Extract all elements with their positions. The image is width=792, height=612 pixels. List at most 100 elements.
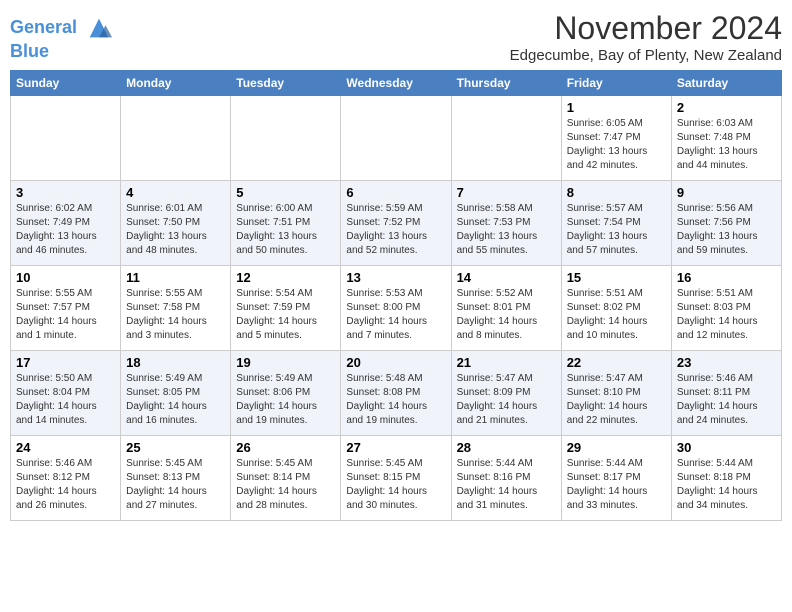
calendar-cell: 16 Sunrise: 5:51 AM Sunset: 8:03 PM Dayli… — [671, 266, 781, 351]
calendar-cell: 18 Sunrise: 5:49 AM Sunset: 8:05 PM Dayli… — [121, 351, 231, 436]
day-info: Sunrise: 5:55 AM Sunset: 7:57 PM Dayligh… — [16, 287, 115, 343]
day-number: 4 — [126, 185, 225, 200]
day-number: 24 — [16, 440, 115, 455]
calendar-cell: 12Sunrise: 5:54 AM Sunset: 7:59 PM Dayli… — [231, 266, 341, 351]
calendar-cell: 25 Sunrise: 5:45 AM Sunset: 8:13 PM Dayli… — [121, 436, 231, 521]
day-number: 27 — [346, 440, 445, 455]
calendar-cell — [11, 96, 121, 181]
col-header-tuesday: Tuesday — [231, 71, 341, 96]
day-number: 15 — [567, 270, 666, 285]
calendar-cell: 1 Sunrise: 6:05 AM Sunset: 7:47 PM Daylig… — [561, 96, 671, 181]
day-number: 23 — [677, 355, 776, 370]
day-info: Sunrise: 5:44 AM Sunset: 8:17 PM Dayligh… — [567, 457, 666, 513]
day-info: Sunrise: 6:03 AM Sunset: 7:48 PM Dayligh… — [677, 117, 776, 173]
calendar-cell: 3 Sunrise: 6:02 AM Sunset: 7:49 PM Daylig… — [11, 181, 121, 266]
day-info: Sunrise: 5:46 AM Sunset: 8:11 PM Dayligh… — [677, 372, 776, 428]
day-info: Sunrise: 5:51 AM Sunset: 8:02 PM Dayligh… — [567, 287, 666, 343]
day-info: Sunrise: 6:02 AM Sunset: 7:49 PM Dayligh… — [16, 202, 115, 258]
calendar-cell: 5 Sunrise: 6:00 AM Sunset: 7:51 PM Daylig… — [231, 181, 341, 266]
day-info: Sunrise: 5:51 AM Sunset: 8:03 PM Dayligh… — [677, 287, 776, 343]
calendar-cell — [451, 96, 561, 181]
calendar-cell: 4 Sunrise: 6:01 AM Sunset: 7:50 PM Daylig… — [121, 181, 231, 266]
calendar-cell: 19Sunrise: 5:49 AM Sunset: 8:06 PM Dayli… — [231, 351, 341, 436]
day-info: Sunrise: 5:45 AM Sunset: 8:13 PM Dayligh… — [126, 457, 225, 513]
col-header-wednesday: Wednesday — [341, 71, 451, 96]
day-number: 22 — [567, 355, 666, 370]
day-info: Sunrise: 5:45 AM Sunset: 8:14 PM Dayligh… — [236, 457, 335, 513]
day-info: Sunrise: 6:05 AM Sunset: 7:47 PM Dayligh… — [567, 117, 666, 173]
day-info: Sunrise: 5:48 AM Sunset: 8:08 PM Dayligh… — [346, 372, 445, 428]
day-info: Sunrise: 5:49 AM Sunset: 8:05 PM Dayligh… — [126, 372, 225, 428]
day-number: 30 — [677, 440, 776, 455]
day-info: Sunrise: 5:44 AM Sunset: 8:16 PM Dayligh… — [457, 457, 556, 513]
calendar-cell: 11Sunrise: 5:55 AM Sunset: 7:58 PM Dayli… — [121, 266, 231, 351]
logo-text: General — [10, 14, 113, 42]
calendar-cell: 8 Sunrise: 5:57 AM Sunset: 7:54 PM Daylig… — [561, 181, 671, 266]
day-number: 3 — [16, 185, 115, 200]
day-number: 20 — [346, 355, 445, 370]
calendar-cell: 24 Sunrise: 5:46 AM Sunset: 8:12 PM Dayli… — [11, 436, 121, 521]
day-info: Sunrise: 5:45 AM Sunset: 8:15 PM Dayligh… — [346, 457, 445, 513]
title-block: November 2024 Edgecumbe, Bay of Plenty, … — [510, 10, 782, 64]
calendar-cell: 10 Sunrise: 5:55 AM Sunset: 7:57 PM Dayli… — [11, 266, 121, 351]
calendar-cell: 20 Sunrise: 5:48 AM Sunset: 8:08 PM Dayli… — [341, 351, 451, 436]
calendar-cell: 9Sunrise: 5:56 AM Sunset: 7:56 PM Daylig… — [671, 181, 781, 266]
col-header-monday: Monday — [121, 71, 231, 96]
day-number: 5 — [236, 185, 335, 200]
day-number: 18 — [126, 355, 225, 370]
calendar-cell: 22 Sunrise: 5:47 AM Sunset: 8:10 PM Dayli… — [561, 351, 671, 436]
day-info: Sunrise: 5:58 AM Sunset: 7:53 PM Dayligh… — [457, 202, 556, 258]
day-info: Sunrise: 5:47 AM Sunset: 8:09 PM Dayligh… — [457, 372, 556, 428]
day-info: Sunrise: 5:57 AM Sunset: 7:54 PM Dayligh… — [567, 202, 666, 258]
calendar-cell: 15 Sunrise: 5:51 AM Sunset: 8:02 PM Dayli… — [561, 266, 671, 351]
col-header-friday: Friday — [561, 71, 671, 96]
col-header-sunday: Sunday — [11, 71, 121, 96]
calendar-cell: 26 Sunrise: 5:45 AM Sunset: 8:14 PM Dayli… — [231, 436, 341, 521]
calendar-cell: 21 Sunrise: 5:47 AM Sunset: 8:09 PM Dayli… — [451, 351, 561, 436]
calendar-cell: 28 Sunrise: 5:44 AM Sunset: 8:16 PM Dayli… — [451, 436, 561, 521]
calendar-cell — [341, 96, 451, 181]
col-header-saturday: Saturday — [671, 71, 781, 96]
day-number: 25 — [126, 440, 225, 455]
calendar-cell — [231, 96, 341, 181]
calendar-cell: 27 Sunrise: 5:45 AM Sunset: 8:15 PM Dayli… — [341, 436, 451, 521]
logo-blue: Blue — [10, 42, 113, 62]
day-number: 6 — [346, 185, 445, 200]
day-info: Sunrise: 5:47 AM Sunset: 8:10 PM Dayligh… — [567, 372, 666, 428]
calendar-cell: 2Sunrise: 6:03 AM Sunset: 7:48 PM Daylig… — [671, 96, 781, 181]
day-number: 7 — [457, 185, 556, 200]
calendar-cell — [121, 96, 231, 181]
day-number: 17 — [16, 355, 115, 370]
day-number: 1 — [567, 100, 666, 115]
day-number: 8 — [567, 185, 666, 200]
calendar-cell: 14Sunrise: 5:52 AM Sunset: 8:01 PM Dayli… — [451, 266, 561, 351]
day-number: 28 — [457, 440, 556, 455]
day-info: Sunrise: 5:46 AM Sunset: 8:12 PM Dayligh… — [16, 457, 115, 513]
calendar-cell: 13 Sunrise: 5:53 AM Sunset: 8:00 PM Dayli… — [341, 266, 451, 351]
day-number: 13 — [346, 270, 445, 285]
day-info: Sunrise: 6:01 AM Sunset: 7:50 PM Dayligh… — [126, 202, 225, 258]
day-info: Sunrise: 5:55 AM Sunset: 7:58 PM Dayligh… — [126, 287, 225, 343]
day-info: Sunrise: 6:00 AM Sunset: 7:51 PM Dayligh… — [236, 202, 335, 258]
calendar-header: SundayMondayTuesdayWednesdayThursdayFrid… — [11, 71, 782, 96]
calendar-cell: 29 Sunrise: 5:44 AM Sunset: 8:17 PM Dayli… — [561, 436, 671, 521]
day-info: Sunrise: 5:44 AM Sunset: 8:18 PM Dayligh… — [677, 457, 776, 513]
day-number: 9 — [677, 185, 776, 200]
day-number: 16 — [677, 270, 776, 285]
calendar-cell: 30 Sunrise: 5:44 AM Sunset: 8:18 PM Dayli… — [671, 436, 781, 521]
day-number: 29 — [567, 440, 666, 455]
calendar-table: SundayMondayTuesdayWednesdayThursdayFrid… — [10, 70, 782, 521]
day-number: 10 — [16, 270, 115, 285]
day-info: Sunrise: 5:52 AM Sunset: 8:01 PM Dayligh… — [457, 287, 556, 343]
month-title: November 2024 — [510, 10, 782, 47]
day-info: Sunrise: 5:53 AM Sunset: 8:00 PM Dayligh… — [346, 287, 445, 343]
day-info: Sunrise: 5:49 AM Sunset: 8:06 PM Dayligh… — [236, 372, 335, 428]
day-number: 21 — [457, 355, 556, 370]
calendar-cell: 17Sunrise: 5:50 AM Sunset: 8:04 PM Dayli… — [11, 351, 121, 436]
location: Edgecumbe, Bay of Plenty, New Zealand — [510, 47, 782, 64]
calendar-cell: 6 Sunrise: 5:59 AM Sunset: 7:52 PM Daylig… — [341, 181, 451, 266]
logo: General Blue — [10, 10, 113, 62]
day-number: 26 — [236, 440, 335, 455]
day-info: Sunrise: 5:59 AM Sunset: 7:52 PM Dayligh… — [346, 202, 445, 258]
page-header: General Blue November 2024 Edgecumbe, Ba… — [10, 10, 782, 64]
